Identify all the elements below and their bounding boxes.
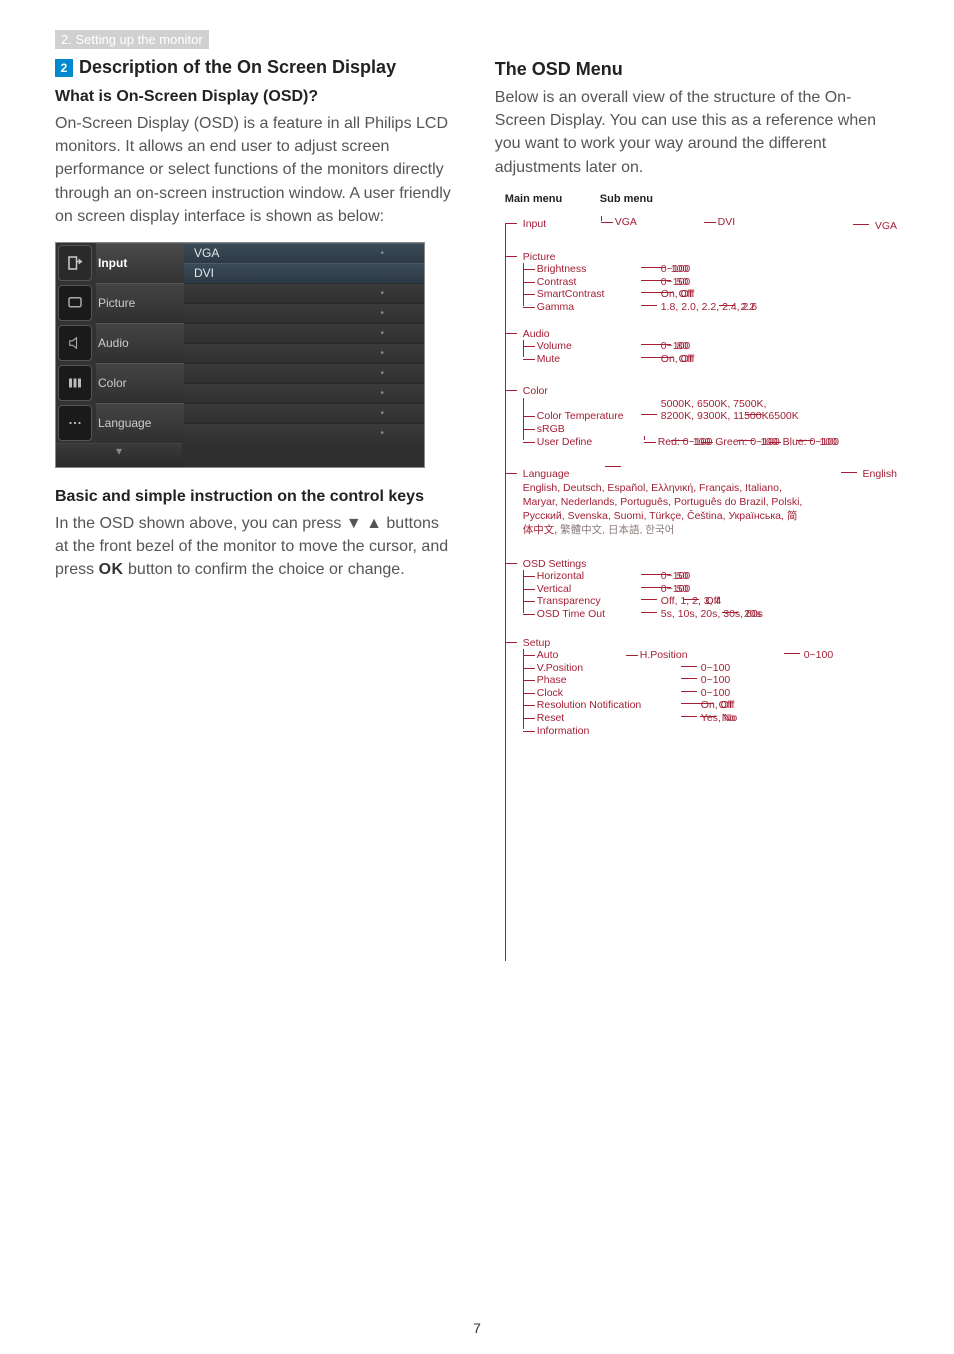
tree-language: Language English, Deutsch, Español, Ελλη… xyxy=(505,466,899,537)
osd-option-vga: VGA• xyxy=(184,243,424,263)
osd-menu-input: Input xyxy=(96,243,184,283)
audio-icon xyxy=(58,325,92,361)
right-column: The OSD Menu Below is an overall view of… xyxy=(495,57,899,749)
tree-picture: Picture Brightness0~100100 Contrast0~100… xyxy=(505,249,899,314)
osd-description-paragraph: On-Screen Display (OSD) is a feature in … xyxy=(55,112,455,228)
subheading-what-is: What is On-Screen Display (OSD)? xyxy=(55,88,455,106)
osd-menu-picture: Picture xyxy=(96,283,184,323)
osd-option-dvi: DVI xyxy=(184,263,424,283)
ok-button-text: OK xyxy=(99,561,124,578)
osd-tree-diagram: Main menuSub menu Input VGA DVI VGA Pict… xyxy=(495,193,899,738)
chapter-header: 2. Setting up the monitor xyxy=(55,30,209,49)
tree-column-headers: Main menuSub menu xyxy=(505,193,899,206)
subheading-basic-instruction: Basic and simple instruction on the cont… xyxy=(55,488,455,506)
input-icon xyxy=(58,245,92,281)
osd-menu-color: Color xyxy=(96,363,184,403)
page-number: 7 xyxy=(0,1320,954,1336)
tree-input: Input VGA DVI VGA xyxy=(505,216,899,231)
control-keys-paragraph: In the OSD shown above, you can press ▼ … xyxy=(55,512,455,582)
osd-menu-audio: Audio xyxy=(96,323,184,363)
osd-screenshot-mock: Input VGA• DVI Picture •• Audio •• Color… xyxy=(55,242,425,468)
left-column: 2 Description of the On Screen Display W… xyxy=(55,57,455,749)
osd-menu-intro: Below is an overall view of the structur… xyxy=(495,86,899,179)
tree-setup: Setup Auto H.Position0~100 V.Position0~1… xyxy=(505,635,899,738)
osd-menu-heading: The OSD Menu xyxy=(495,59,899,80)
section-title-text: Description of the On Screen Display xyxy=(79,57,396,78)
tree-osd-settings: OSD Settings Horizontal0~10050 Vertical0… xyxy=(505,556,899,621)
osd-menu-language: Language xyxy=(96,403,184,443)
step-badge: 2 xyxy=(55,59,73,77)
section-heading: 2 Description of the On Screen Display xyxy=(55,57,455,78)
osd-down-arrow: ▾ xyxy=(56,443,182,467)
picture-icon xyxy=(58,285,92,321)
tree-audio: Audio Volume0~10080 MuteOn, OffOff xyxy=(505,326,899,366)
tree-color: Color Color Temperature5000K, 6500K, 750… xyxy=(505,383,899,448)
color-icon xyxy=(58,365,92,401)
language-icon xyxy=(58,405,92,441)
